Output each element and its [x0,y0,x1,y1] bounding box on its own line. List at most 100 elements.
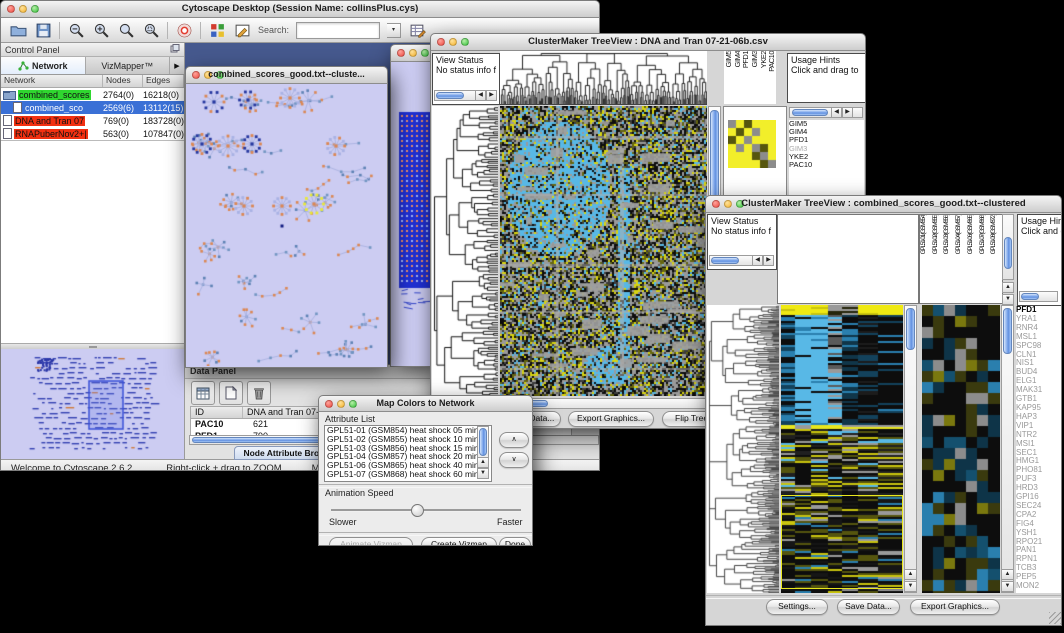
network-name: RNAPuberNov2+| [14,129,88,139]
scroll-left-icon[interactable]: ◀ [752,255,763,266]
detail-column-labels: GIM5GIM4PFD1GIM3YKE2PAC10 [724,51,776,104]
column-dendrogram-canvas[interactable] [500,51,707,105]
node-count: 769(0) [103,116,143,126]
attribute-table-icon[interactable] [191,381,215,405]
zoom-selected-icon[interactable] [142,21,160,39]
status-welcome: Welc­ome to Cytoscape 2.6.2 [11,463,132,472]
node-count: 2764(0) [103,90,143,100]
minimize-icon[interactable] [409,49,417,57]
heatmap-vscrollbar[interactable] [904,305,917,593]
close-icon[interactable] [7,5,15,13]
scroll-up-icon[interactable]: ▲ [1001,569,1014,580]
close-icon[interactable] [192,71,200,79]
gene-label[interactable]: MON2 [1016,582,1062,591]
birdseye-view[interactable] [1,349,184,459]
close-icon[interactable] [325,400,333,408]
close-icon[interactable] [712,200,720,208]
scroll-down-icon[interactable]: ▼ [904,581,917,592]
annotation-icon[interactable] [233,21,251,39]
resize-grip[interactable] [1049,612,1061,624]
scroll-up-icon[interactable]: ▲ [477,457,489,468]
column-dendrogram-area[interactable] [777,214,919,304]
move-down-button[interactable]: ∨ [499,452,529,468]
done-button[interactable]: Done [499,537,531,546]
close-icon[interactable] [437,38,445,46]
search-input[interactable] [296,22,380,39]
vizmapper-icon[interactable] [208,21,226,39]
speed-slider-track[interactable] [331,509,521,512]
network-row[interactable]: DNA and Tran 07769(0)183728(0) [1,114,184,127]
save-icon[interactable] [34,21,52,39]
scroll-left-icon[interactable]: ◀ [475,90,486,101]
scroll-left-icon[interactable]: ◀ [831,107,842,118]
new-document-icon[interactable] [219,381,243,405]
control-panel: Control Panel Network VizMapper™ ▶ Netwo… [1,43,185,459]
search-dropdown-icon[interactable]: ▾ [387,23,401,38]
usage-hints-panel: Usage Hints Click and drag to [787,53,866,103]
animate-vizmap-button[interactable]: Animate Vizmap [329,537,413,546]
treeview2-title: ClusterMaker TreeView : combined_scores_… [728,198,1039,209]
scroll-right-icon[interactable]: ▶ [763,255,774,266]
main-titlebar[interactable]: Cytoscape Desktop (Session Name: collins… [0,0,600,18]
main-window-title: Cytoscape Desktop (Session Name: collins… [23,3,577,14]
detail-matrix-canvas[interactable] [728,120,776,168]
network-name: combined_scores [18,90,91,100]
export-graphics-button[interactable]: Export Graphics... [910,599,1000,615]
detail-vscrollbar[interactable] [1001,305,1014,593]
column-id[interactable]: ID [191,407,243,418]
status-hint-zoom: Right-click + drag to ZOOM [166,463,281,472]
network-view-canvas[interactable] [186,84,387,366]
separator [319,532,532,536]
heatmap-canvas[interactable] [781,305,903,593]
column-label: PAC10 [767,51,776,72]
scroll-up-icon[interactable]: ▲ [904,569,917,580]
heatmap-canvas[interactable] [500,106,707,396]
open-folder-icon[interactable] [9,21,27,39]
attribute-item[interactable]: GPL51-07 (GSM868) heat shock 60 min [325,470,491,479]
network-row[interactable]: RNAPuberNov2+|563(0)107847(0) [1,127,184,140]
column-label: GIM5 [724,51,733,67]
column-label: GPL51-02 (GSM855) [932,215,944,254]
float-panel-icon[interactable] [170,44,180,55]
file-icon [3,115,12,126]
network-tree-area[interactable] [1,141,184,344]
search-label: Search: [258,25,289,35]
control-panel-tabs: Network VizMapper™ ▶ [1,57,184,75]
zoom-icon[interactable] [421,49,429,57]
scroll-up-icon[interactable]: ▲ [1002,282,1014,293]
scroll-right-icon[interactable]: ▶ [486,90,497,101]
save-data-button[interactable]: Save Data... [837,599,900,615]
settings-button[interactable]: Settings... [766,599,828,615]
tab-overflow-button[interactable]: ▶ [170,57,184,74]
scroll-down-icon[interactable]: ▼ [1002,294,1014,305]
row-dendrogram-canvas[interactable] [432,106,498,396]
zoom-out-icon[interactable] [67,21,85,39]
network-row[interactable]: combined_scores 2764(0)16218(0) [1,88,184,101]
tab-network[interactable]: Network [1,57,86,74]
gene-label[interactable]: PAC10 [789,161,864,169]
table-edit-icon[interactable] [408,21,426,39]
dialog-title: Map Colors to Network [341,398,510,408]
speed-slider-thumb[interactable] [411,504,424,517]
birdseye-canvas[interactable] [1,349,182,459]
edge-count: 16218(0) [143,90,184,100]
row-dendrogram-canvas[interactable] [707,305,779,593]
close-icon[interactable] [397,49,405,57]
help-lifesaver-icon[interactable] [175,21,193,39]
scroll-down-icon[interactable]: ▼ [1001,581,1014,592]
create-vizmap-button[interactable]: Create Vizmap [421,537,497,546]
zoom-in-icon[interactable] [92,21,110,39]
tab-vizmapper[interactable]: VizMapper™ [86,57,171,74]
labels-vscrollbar[interactable] [1002,214,1014,280]
scroll-down-icon[interactable]: ▼ [477,468,489,479]
trash-icon[interactable] [247,381,271,405]
network-row[interactable]: combined_sco2569(6)13112(15) [1,101,184,114]
detail-zoom-canvas[interactable] [922,305,1000,593]
usage-hscrollbar[interactable] [1019,291,1058,302]
network-table: combined_scores 2764(0)16218(0)combined_s… [1,88,184,141]
column-label: GPL51-01 (GSM854) [920,215,932,254]
zoom-fit-icon[interactable] [117,21,135,39]
export-graphics-button[interactable]: Export Graphics... [568,411,654,427]
move-up-button[interactable]: ∧ [499,432,529,448]
scroll-right-icon[interactable]: ▶ [842,107,853,118]
